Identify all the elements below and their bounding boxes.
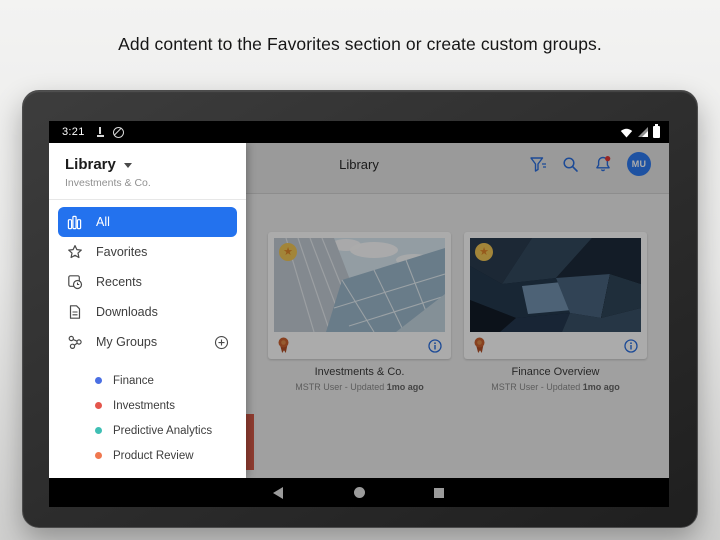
group-label: Product Review xyxy=(113,449,194,462)
group-label: Predictive Analytics xyxy=(113,424,213,437)
add-group-button[interactable] xyxy=(214,335,229,350)
library-switcher[interactable]: Library xyxy=(65,156,230,173)
no-signal-icon xyxy=(112,126,124,138)
group-color-dot xyxy=(95,377,102,384)
tutorial-caption: Add content to the Favorites section or … xyxy=(118,34,602,54)
sidebar-title: Library xyxy=(65,156,116,173)
tablet-frame: 3:21 Library MU ★ ★ Investments & Co. MS… xyxy=(22,90,698,528)
group-item-investments[interactable]: Investments xyxy=(49,393,246,418)
groups-icon xyxy=(66,334,83,351)
recents-icon xyxy=(66,274,83,291)
star-icon xyxy=(66,244,83,261)
recent-apps-icon[interactable] xyxy=(434,487,444,498)
android-nav-bar xyxy=(49,478,669,507)
sidebar-item-label: My Groups xyxy=(96,335,158,349)
sidebar-item-label: All xyxy=(96,215,110,229)
group-color-dot xyxy=(95,402,102,409)
status-time: 3:21 xyxy=(62,126,85,138)
sidebar-item-label: Recents xyxy=(96,275,142,289)
sidebar-item-my-groups[interactable]: My Groups xyxy=(58,327,237,357)
divider xyxy=(49,199,246,200)
status-bar: 3:21 xyxy=(49,121,669,143)
sidebar-item-favorites[interactable]: Favorites xyxy=(58,237,237,267)
chevron-down-icon xyxy=(123,163,132,168)
library-icon xyxy=(66,214,83,231)
group-item-finance[interactable]: Finance xyxy=(49,368,246,393)
wifi-icon xyxy=(620,128,633,137)
sidebar-item-label: Favorites xyxy=(96,245,148,259)
group-item-product-review[interactable]: Product Review xyxy=(49,443,246,468)
group-color-dot xyxy=(95,427,102,434)
sidebar-item-all[interactable]: All xyxy=(58,207,237,237)
group-label: Investments xyxy=(113,399,175,412)
tablet-screen: 3:21 Library MU ★ ★ Investments & Co. MS… xyxy=(49,121,669,507)
add-circle-icon xyxy=(214,335,229,349)
back-icon[interactable] xyxy=(273,486,283,499)
home-icon[interactable] xyxy=(353,487,365,498)
group-item-predictive-analytics[interactable]: Predictive Analytics xyxy=(49,418,246,443)
sidebar-item-downloads[interactable]: Downloads xyxy=(58,297,237,327)
group-color-dot xyxy=(95,452,102,459)
sidebar-item-label: Downloads xyxy=(96,305,158,319)
battery-icon xyxy=(653,124,660,138)
sidebar-item-recents[interactable]: Recents xyxy=(58,267,237,297)
group-label: Finance xyxy=(113,374,154,387)
environment-name: Investments & Co. xyxy=(65,177,151,189)
library-sidebar: Library Investments & Co. All Favorites … xyxy=(49,143,246,478)
cell-signal-icon xyxy=(638,126,648,137)
document-icon xyxy=(66,304,83,321)
dock-icon xyxy=(96,127,105,137)
